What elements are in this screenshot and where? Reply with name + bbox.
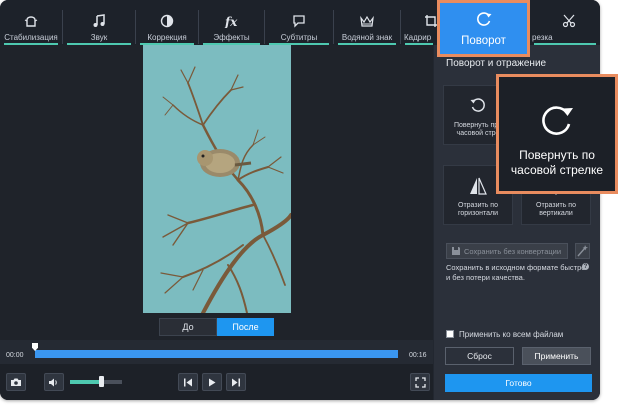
tool-crop[interactable]: Кадрир <box>401 0 437 45</box>
step-back-icon <box>184 378 192 386</box>
tool-audio[interactable]: Звук <box>63 0 135 45</box>
current-time: 00:00 <box>6 352 24 359</box>
crop-icon <box>425 15 437 27</box>
flip-horizontal-label: Отразить по горизонтали <box>457 201 498 218</box>
magic-wand-icon <box>577 245 588 257</box>
total-time: 00:16 <box>409 352 427 359</box>
tool-label: Стабилизация <box>4 33 58 42</box>
apply-to-all-label: Применить ко всем файлам <box>459 330 564 339</box>
save-without-conversion-button[interactable]: Сохранить без конвертации <box>446 243 568 259</box>
magic-wand-button[interactable] <box>575 243 590 259</box>
save-note-text: Сохранить в исходном формате быстро и бе… <box>446 263 586 283</box>
panel-title: Поворот и отражение <box>446 58 547 69</box>
next-frame-button[interactable] <box>226 373 246 391</box>
save-without-conversion-label: Сохранить без конвертации <box>464 246 562 256</box>
speech-bubble-icon <box>293 15 305 28</box>
play-icon <box>209 378 216 386</box>
tool-label: Звук <box>90 33 108 42</box>
tool-stabilization[interactable]: Стабилизация <box>0 0 62 45</box>
rotate-counterclockwise-icon <box>470 98 485 112</box>
video-frame-image <box>143 45 291 313</box>
before-button[interactable]: До <box>159 318 217 336</box>
step-forward-icon <box>232 378 240 386</box>
tool-effects[interactable]: fx Эффекты <box>199 0 264 45</box>
tool-watermark[interactable]: Водяной знак <box>334 0 400 45</box>
tool-label: Субтитры <box>280 33 318 42</box>
snapshot-button[interactable] <box>6 373 26 391</box>
rotate-clockwise-button-zoomed[interactable]: Повернуть по часовой стрелке <box>496 74 618 194</box>
reset-button[interactable]: Сброс <box>445 347 514 365</box>
stabilization-icon <box>24 16 38 27</box>
play-button[interactable] <box>202 373 222 391</box>
rotation-tool-highlight[interactable]: Поворот <box>437 0 530 57</box>
scissors-icon <box>562 14 576 28</box>
speaker-icon <box>49 378 57 386</box>
tool-subtitles[interactable]: Субтитры <box>265 0 333 45</box>
tool-cut[interactable]: резка <box>530 0 600 45</box>
rotation-tool-label: Поворот <box>461 35 506 47</box>
tool-correction[interactable]: Коррекция <box>136 0 198 45</box>
tool-label: Кадрир <box>404 33 432 42</box>
help-icon[interactable]: ? <box>582 263 589 270</box>
color-correction-icon <box>160 14 174 28</box>
flip-vertical-label: Отразить по вертикали <box>536 201 576 218</box>
tool-label: Эффекты <box>213 33 250 42</box>
flip-horizontal-icon <box>470 177 487 195</box>
fullscreen-button[interactable] <box>410 373 430 391</box>
after-button[interactable]: После <box>217 318 274 336</box>
video-frame <box>143 45 291 313</box>
svg-text:fx: fx <box>224 15 238 28</box>
apply-to-all-checkbox[interactable] <box>446 330 454 338</box>
music-note-icon <box>93 14 105 27</box>
rotate-clockwise-icon <box>476 12 491 26</box>
mute-button[interactable] <box>44 373 64 391</box>
tool-label: Водяной знак <box>341 33 393 42</box>
volume-level <box>70 380 99 384</box>
fullscreen-icon <box>414 376 426 388</box>
volume-knob[interactable] <box>99 376 104 387</box>
camera-icon <box>11 378 21 386</box>
done-button[interactable]: Готово <box>445 374 592 392</box>
timeline-track[interactable] <box>35 350 398 358</box>
tool-label: резка <box>532 33 553 42</box>
watermark-crown-icon <box>360 15 374 27</box>
rotate-clockwise-large-icon <box>542 106 573 135</box>
fx-icon: fx <box>224 15 238 28</box>
tool-label: Коррекция <box>147 33 187 42</box>
floppy-disk-icon <box>452 247 460 255</box>
video-editor-window: Стабилизация Звук Коррекция fx Эффекты С… <box>0 0 600 400</box>
apply-button[interactable]: Применить <box>522 347 591 365</box>
previous-frame-button[interactable] <box>178 373 198 391</box>
rotate-clockwise-label: Повернуть по часовой стрелке <box>510 147 604 178</box>
